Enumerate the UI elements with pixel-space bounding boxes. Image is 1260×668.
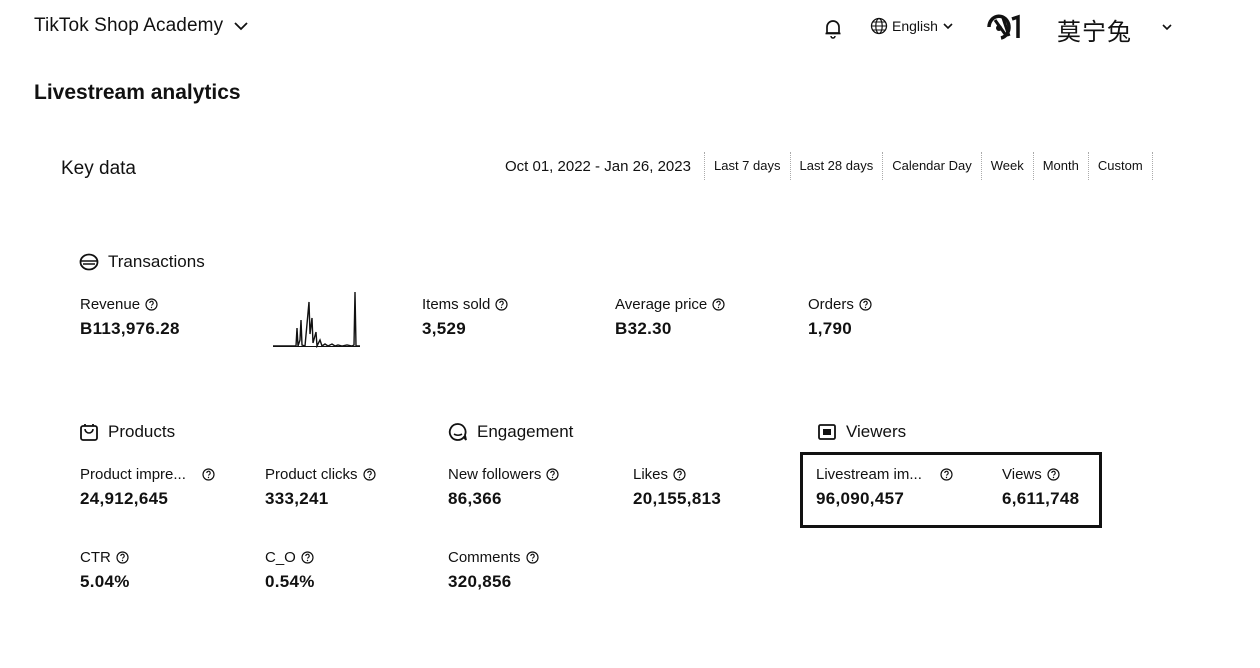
help-icon[interactable]	[1047, 468, 1060, 481]
tab-last-28-days[interactable]: Last 28 days	[789, 152, 883, 180]
metric-product-impressions[interactable]: Product impre... 24,912,645	[80, 466, 215, 509]
metric-average-price[interactable]: Average price B32.30	[615, 296, 725, 339]
help-icon[interactable]	[673, 468, 686, 481]
chevron-down-icon[interactable]	[1160, 20, 1174, 34]
bell-icon[interactable]	[822, 17, 844, 39]
metric-label: CTR	[80, 549, 111, 566]
metric-comments[interactable]: Comments 320,856	[448, 549, 539, 592]
help-icon[interactable]	[116, 551, 129, 564]
globe-icon	[870, 17, 888, 35]
tab-month[interactable]: Month	[1032, 152, 1088, 180]
metric-likes[interactable]: Likes 20,155,813	[633, 466, 721, 509]
metric-value: 3,529	[422, 319, 467, 338]
chevron-down-icon	[943, 23, 953, 30]
help-icon[interactable]	[940, 468, 953, 481]
metric-label: New followers	[448, 466, 542, 483]
metric-value: 24,912,645	[80, 489, 169, 508]
help-icon[interactable]	[495, 298, 508, 311]
help-icon[interactable]	[145, 298, 158, 311]
metric-value: 86,366	[448, 489, 502, 508]
metric-label: Product impre...	[80, 466, 186, 483]
metric-label: Comments	[448, 549, 521, 566]
transactions-header: Transactions	[79, 252, 205, 272]
help-icon[interactable]	[362, 468, 376, 481]
metric-livestream-impressions[interactable]: Livestream im... 96,090,457	[816, 466, 953, 509]
screen-icon	[818, 424, 836, 440]
engagement-header: Engagement	[448, 422, 573, 442]
brand-title: TikTok Shop Academy	[34, 15, 224, 36]
username[interactable]: 莫宁兔	[1057, 12, 1132, 47]
metric-revenue[interactable]: Revenue B113,976.28	[80, 296, 180, 339]
metric-value: 20,155,813	[633, 489, 722, 508]
metric-value: 5.04%	[80, 572, 130, 591]
products-title: Products	[108, 422, 176, 441]
metric-value: 1,790	[808, 319, 853, 338]
metric-c-o[interactable]: C_O 0.54%	[265, 549, 315, 592]
transactions-title: Transactions	[108, 252, 205, 271]
metric-label: Items sold	[422, 296, 491, 313]
metric-label: Livestream im...	[816, 466, 922, 483]
metric-label: Revenue	[80, 296, 141, 313]
tab-custom[interactable]: Custom	[1087, 152, 1153, 180]
metric-label: Likes	[633, 466, 669, 483]
metric-views[interactable]: Views 6,611,748	[1002, 466, 1079, 509]
chat-bubble-icon	[448, 423, 467, 441]
metric-items-sold[interactable]: Items sold 3,529	[422, 296, 508, 339]
date-range-picker[interactable]: Oct 01, 2022 - Jan 26, 2023	[505, 158, 691, 175]
brand-menu[interactable]: TikTok Shop Academy	[34, 15, 249, 37]
tab-week[interactable]: Week	[980, 152, 1033, 180]
metric-new-followers[interactable]: New followers 86,366	[448, 466, 559, 509]
revenue-sparkline	[273, 291, 360, 348]
tab-calendar-day[interactable]: Calendar Day	[882, 152, 981, 180]
page-title: Livestream analytics	[34, 81, 241, 104]
metric-product-clicks[interactable]: Product clicks 333,241	[265, 466, 376, 509]
metric-label: Average price	[615, 296, 708, 313]
chevron-down-icon	[234, 22, 248, 31]
metric-value: 6,611,748	[1002, 489, 1080, 508]
avatar[interactable]	[985, 12, 1023, 42]
viewers-title: Viewers	[846, 422, 907, 441]
help-icon[interactable]	[859, 298, 872, 311]
metric-value: B32.30	[615, 319, 672, 338]
metric-ctr[interactable]: CTR 5.04%	[80, 549, 130, 592]
metric-value: 0.54%	[265, 572, 315, 591]
help-icon[interactable]	[712, 298, 725, 311]
language-selector[interactable]: English	[870, 17, 954, 35]
language-label: English	[892, 18, 938, 34]
tab-last-7-days[interactable]: Last 7 days	[704, 152, 790, 180]
metric-label: Product clicks	[265, 466, 358, 483]
metric-label: C_O	[265, 549, 296, 566]
help-icon[interactable]	[202, 468, 215, 481]
metric-label: Orders	[808, 296, 854, 313]
help-icon[interactable]	[546, 468, 559, 481]
help-icon[interactable]	[525, 551, 539, 564]
metric-orders[interactable]: Orders 1,790	[808, 296, 872, 339]
metric-value: 320,856	[448, 572, 512, 591]
shopping-bag-icon	[80, 424, 98, 441]
engagement-title: Engagement	[477, 422, 574, 441]
key-data-title: Key data	[61, 158, 136, 179]
metric-value: 96,090,457	[816, 489, 905, 508]
wallet-icon	[79, 253, 99, 271]
products-header: Products	[79, 422, 175, 442]
help-icon[interactable]	[301, 551, 314, 564]
metric-value: 333,241	[265, 489, 329, 508]
metric-label: Views	[1002, 466, 1042, 483]
range-tabs: Last 7 days Last 28 days Calendar Day We…	[704, 152, 1153, 180]
metric-value: B113,976.28	[80, 319, 180, 338]
viewers-header: Viewers	[817, 422, 906, 442]
